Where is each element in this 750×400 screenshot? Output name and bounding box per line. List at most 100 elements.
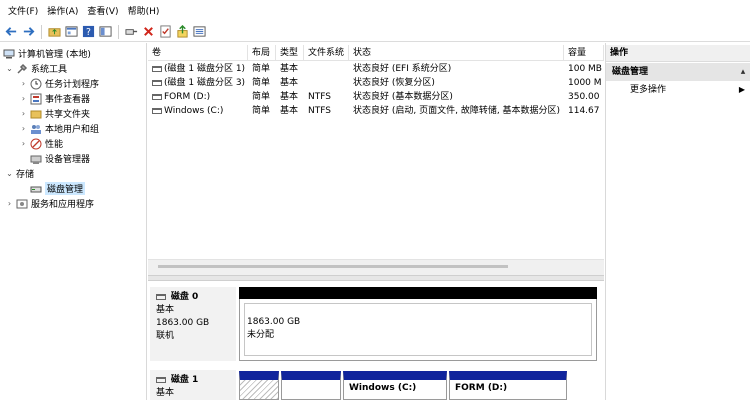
- cell-volume: Windows (C:): [164, 106, 224, 116]
- view-pane-icon[interactable]: [98, 24, 113, 39]
- tree-label: 事件查看器: [45, 95, 91, 105]
- export-icon[interactable]: [192, 24, 207, 39]
- column-volume[interactable]: 卷: [148, 45, 248, 61]
- cell-filesystem: NTFS: [308, 92, 331, 102]
- tree-label: 计算机管理 (本地): [18, 50, 91, 60]
- column-layout[interactable]: 布局: [248, 45, 276, 61]
- tree-item-local-users[interactable]: › 本地用户和组: [19, 121, 99, 136]
- cell-capacity: 350.00: [568, 92, 600, 102]
- tree-item-device-manager[interactable]: 设备管理器: [30, 151, 90, 166]
- disk1-info[interactable]: 磁盘 1 基本: [150, 370, 236, 400]
- toolbar: ?: [0, 22, 750, 42]
- performance-icon: [30, 138, 42, 150]
- column-filesystem[interactable]: 文件系统: [304, 45, 349, 61]
- expand-icon[interactable]: ›: [5, 199, 14, 208]
- collapse-icon[interactable]: ⌄: [5, 64, 14, 73]
- cell-capacity: 1000 M: [568, 78, 602, 88]
- partition-form[interactable]: FORM (D:): [449, 371, 567, 400]
- tree-item-services[interactable]: › 服务和应用程序: [5, 196, 94, 211]
- table-row[interactable]: FORM (D:) 简单 基本 NTFS 状态良好 (基本数据分区) 350.0…: [148, 90, 604, 104]
- cell-layout: 简单: [252, 64, 271, 74]
- unallocated-bar: [239, 287, 597, 299]
- delete-icon[interactable]: [141, 24, 156, 39]
- cell-volume: (磁盘 1 磁盘分区 1): [164, 64, 246, 74]
- connect-icon[interactable]: [124, 24, 139, 39]
- disk-icon: [30, 183, 42, 195]
- cell-status: 状态良好 (基本数据分区): [353, 92, 453, 102]
- toolbar-separator: [41, 24, 42, 39]
- volume-icon: [152, 79, 162, 86]
- forward-arrow-icon[interactable]: [21, 24, 36, 39]
- svg-text:?: ?: [86, 27, 91, 38]
- column-capacity[interactable]: 容量: [564, 45, 604, 61]
- table-row[interactable]: Windows (C:) 简单 基本 NTFS 状态良好 (启动, 页面文件, …: [148, 104, 604, 118]
- tree-item-computer-management[interactable]: 计算机管理 (本地): [3, 46, 91, 61]
- event-viewer-icon: [30, 93, 42, 105]
- check-icon[interactable]: [158, 24, 173, 39]
- tree-item-performance[interactable]: › 性能: [19, 136, 63, 151]
- more-actions-label: 更多操作: [630, 85, 667, 95]
- table-row[interactable]: (磁盘 1 磁盘分区 3) 简单 基本 状态良好 (恢复分区) 1000 M: [148, 76, 604, 90]
- menu-file[interactable]: 文件(F): [4, 2, 43, 22]
- computer-icon: [3, 48, 15, 60]
- tree-item-storage[interactable]: ⌄ 存储: [5, 166, 34, 181]
- up-arrow-icon[interactable]: [175, 24, 190, 39]
- horizontal-scrollbar[interactable]: [148, 259, 604, 275]
- partition-efi[interactable]: [239, 371, 279, 400]
- volume-list-pane: 卷 布局 类型 文件系统 状态 容量 (磁盘 1 磁盘分区 1) 简单 基本 状…: [148, 43, 604, 400]
- cell-type: 基本: [280, 78, 299, 88]
- collapse-icon[interactable]: ⌄: [5, 169, 14, 178]
- expand-icon[interactable]: ›: [19, 79, 28, 88]
- volume-icon: [152, 93, 162, 100]
- cell-layout: 简单: [252, 92, 271, 102]
- partition-windows[interactable]: Windows (C:): [343, 371, 447, 400]
- cell-layout: 简单: [252, 78, 271, 88]
- collapse-up-icon[interactable]: ▴: [738, 67, 748, 77]
- menu-view[interactable]: 查看(V): [83, 2, 123, 22]
- volume-icon: [152, 107, 162, 114]
- partition-recovery[interactable]: [281, 371, 341, 400]
- menu-action[interactable]: 操作(A): [43, 2, 83, 22]
- tree-label: 磁盘管理: [45, 182, 86, 195]
- more-actions-item[interactable]: 更多操作 ▶: [606, 82, 750, 98]
- disk-graphical-view: 磁盘 0 基本 1863.00 GB 联机 1863.00 GB 未分配 磁盘 …: [148, 281, 604, 400]
- disk0-type: 基本: [156, 305, 175, 315]
- disk0-unallocated-partition[interactable]: 1863.00 GB 未分配: [239, 299, 597, 361]
- tree-item-event-viewer[interactable]: › 事件查看器: [19, 91, 90, 106]
- expand-icon[interactable]: ›: [19, 124, 28, 133]
- disk0-info[interactable]: 磁盘 0 基本 1863.00 GB 联机: [150, 287, 236, 361]
- actions-header: 操作: [606, 45, 750, 62]
- tree-item-task-scheduler[interactable]: › 任务计划程序: [19, 76, 99, 91]
- tree-label: 设备管理器: [45, 155, 91, 165]
- table-header: 卷 布局 类型 文件系统 状态 容量: [148, 45, 604, 61]
- column-status[interactable]: 状态: [349, 45, 564, 61]
- help-icon[interactable]: ?: [81, 24, 96, 39]
- expand-icon[interactable]: ›: [19, 109, 28, 118]
- folder-up-icon[interactable]: [47, 24, 62, 39]
- back-arrow-icon[interactable]: [4, 24, 19, 39]
- actions-section-disk-management[interactable]: 磁盘管理 ▴: [606, 63, 750, 81]
- column-type[interactable]: 类型: [276, 45, 304, 61]
- shared-folder-icon: [30, 108, 42, 120]
- scrollbar-thumb[interactable]: [158, 265, 508, 268]
- disk-icon: [156, 376, 166, 383]
- expand-icon[interactable]: ›: [19, 94, 28, 103]
- menu-help[interactable]: 帮助(H): [124, 2, 165, 22]
- tree-item-disk-management[interactable]: 磁盘管理: [30, 181, 86, 196]
- table-row[interactable]: (磁盘 1 磁盘分区 1) 简单 基本 状态良好 (EFI 系统分区) 100 …: [148, 62, 604, 76]
- properties-icon[interactable]: [64, 24, 79, 39]
- cell-type: 基本: [280, 64, 299, 74]
- partition-label: Windows (C:): [349, 383, 417, 393]
- tools-icon: [16, 63, 28, 75]
- tree-item-system-tools[interactable]: ⌄ 系统工具: [5, 61, 67, 76]
- cell-filesystem: NTFS: [308, 106, 331, 116]
- cell-capacity: 114.67: [568, 106, 600, 116]
- expand-icon[interactable]: ›: [19, 139, 28, 148]
- volume-rows: (磁盘 1 磁盘分区 1) 简单 基本 状态良好 (EFI 系统分区) 100 …: [148, 62, 604, 118]
- cell-type: 基本: [280, 106, 299, 116]
- cell-volume: (磁盘 1 磁盘分区 3): [164, 78, 246, 88]
- tree-label: 服务和应用程序: [31, 200, 95, 210]
- tree-item-shared-folders[interactable]: › 共享文件夹: [19, 106, 90, 121]
- cell-status: 状态良好 (EFI 系统分区): [353, 64, 452, 74]
- cell-status: 状态良好 (启动, 页面文件, 故障转储, 基本数据分区): [353, 106, 561, 116]
